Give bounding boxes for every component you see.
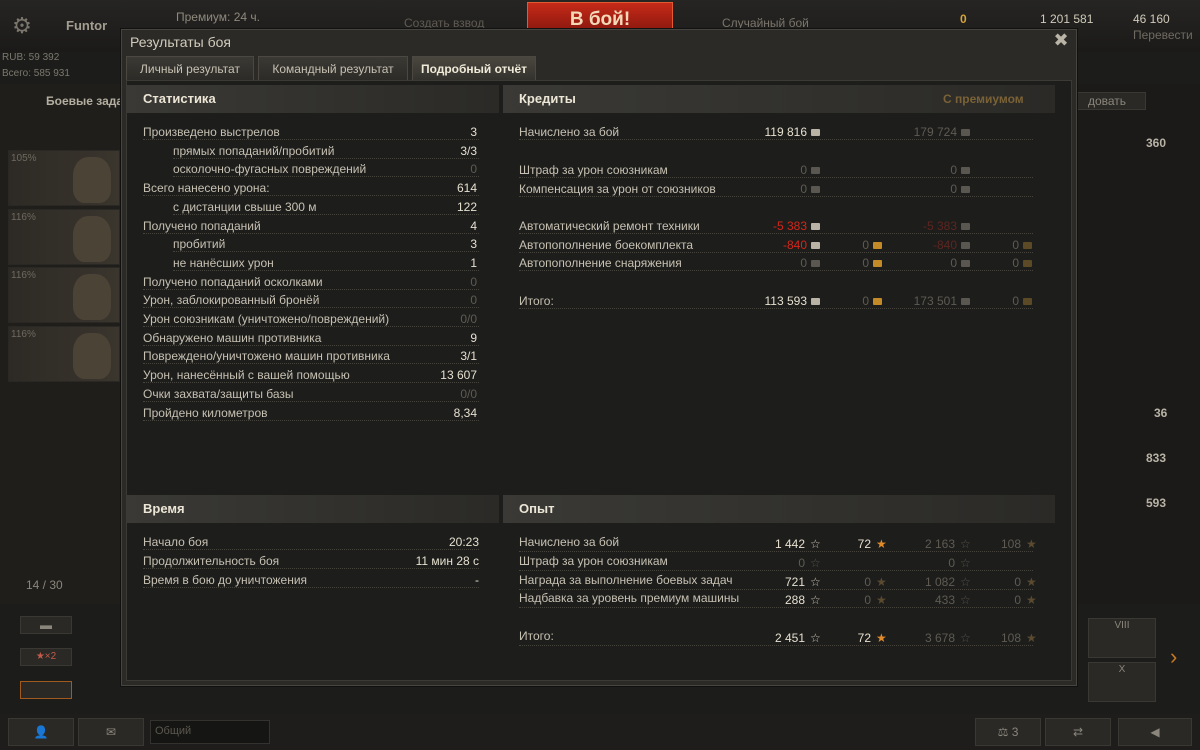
exp-label: Начислено за бой	[519, 535, 620, 549]
tab-personal[interactable]: Личный результат	[126, 56, 254, 80]
crew-panel: Боевые задач 105% 116% 116% 116%	[0, 84, 130, 604]
credits-icon	[811, 242, 820, 249]
total-balance: Всего: 585 931	[2, 68, 70, 79]
tank-card-tier8[interactable]: VIII	[1088, 618, 1156, 658]
create-platoon-button[interactable]: Создать взвод	[404, 16, 484, 30]
tank-count: 14 / 30	[26, 578, 63, 592]
gold-icon	[1023, 260, 1032, 267]
gold-icon	[1023, 242, 1032, 249]
premium-column-header: С премиумом	[943, 92, 1024, 106]
gold-balance: 0	[960, 12, 967, 26]
close-icon[interactable]: ✖	[1052, 31, 1070, 49]
research-button[interactable]: довать	[1068, 92, 1146, 110]
x2-filter-button[interactable]: ★×2	[20, 648, 72, 666]
chat-channel[interactable]: Общий	[150, 720, 270, 744]
exp-label: Награда за выполнение боевых задач	[519, 573, 733, 587]
tank-card-tier10[interactable]: X	[1088, 662, 1156, 702]
gear-icon[interactable]: ⚙	[8, 12, 36, 40]
stat-number: 833	[1146, 451, 1167, 465]
stat-number: 360	[1146, 136, 1167, 150]
credits-icon	[961, 186, 970, 193]
notifications-icon[interactable]: ◀	[1118, 718, 1192, 746]
exp-label: Итого:	[519, 629, 554, 643]
exp-label: Надбавка за уровень премиум машины	[519, 591, 740, 605]
credits-icon	[961, 260, 970, 267]
credits-balance: 1 201 581	[1040, 12, 1094, 26]
exp-label: Штраф за урон союзникам	[519, 554, 668, 568]
stat-number: 593	[1146, 496, 1167, 510]
crew-member[interactable]: 105%	[8, 150, 120, 206]
tank-filter-icon[interactable]: ▬	[20, 616, 72, 634]
gold-icon	[873, 298, 882, 305]
chevron-right-icon[interactable]: ›	[1170, 644, 1177, 670]
balance-icon[interactable]: ⚖ 3	[975, 718, 1041, 746]
stat-number: 36	[1154, 406, 1168, 420]
credits-icon	[961, 167, 970, 174]
premium-status: Премиум: 24 ч.	[176, 10, 260, 24]
carousel-slot[interactable]	[20, 681, 72, 699]
tab-team[interactable]: Командный результат	[258, 56, 408, 80]
time-header: Время	[127, 495, 499, 523]
crew-member[interactable]: 116%	[8, 326, 120, 382]
convert-button[interactable]: Перевести	[1133, 28, 1193, 42]
dialog-title: Результаты боя	[130, 34, 232, 50]
right-panel: довать 360 36 833 593 VIII X ›	[1068, 84, 1200, 702]
credits-icon	[961, 223, 970, 230]
missions-label[interactable]: Боевые задач	[46, 94, 130, 108]
free-exp-balance: 46 160	[1133, 12, 1170, 26]
credits-icon	[961, 242, 970, 249]
gold-icon	[1023, 298, 1032, 305]
exchange-icon[interactable]: ⇄	[1045, 718, 1111, 746]
credits-icon	[811, 167, 820, 174]
credits-icon	[961, 129, 970, 136]
credits-icon	[811, 298, 820, 305]
chat-icon[interactable]: ✉	[78, 718, 144, 746]
credits-icon	[961, 298, 970, 305]
report-content: Статистика Кредиты С премиумом Время Опы…	[126, 80, 1072, 681]
battle-mode-select[interactable]: Случайный бой	[722, 16, 809, 30]
credits-icon	[811, 186, 820, 193]
stats-header: Статистика	[127, 85, 499, 113]
credits-icon	[811, 223, 820, 230]
exp-header: Опыт	[503, 495, 1055, 523]
user-icon[interactable]: 👤	[8, 718, 74, 746]
rub-balance: RUB: 59 392	[2, 52, 60, 63]
username[interactable]: Funtor	[66, 18, 107, 33]
credits-icon	[811, 129, 820, 136]
gold-icon	[873, 242, 882, 249]
crew-member[interactable]: 116%	[8, 267, 120, 323]
battle-results-dialog: Результаты боя ✖ Личный результат Команд…	[121, 29, 1077, 686]
credits-icon	[811, 260, 820, 267]
gold-icon	[873, 260, 882, 267]
tab-detailed[interactable]: Подробный отчёт	[412, 56, 536, 80]
crew-member[interactable]: 116%	[8, 209, 120, 265]
